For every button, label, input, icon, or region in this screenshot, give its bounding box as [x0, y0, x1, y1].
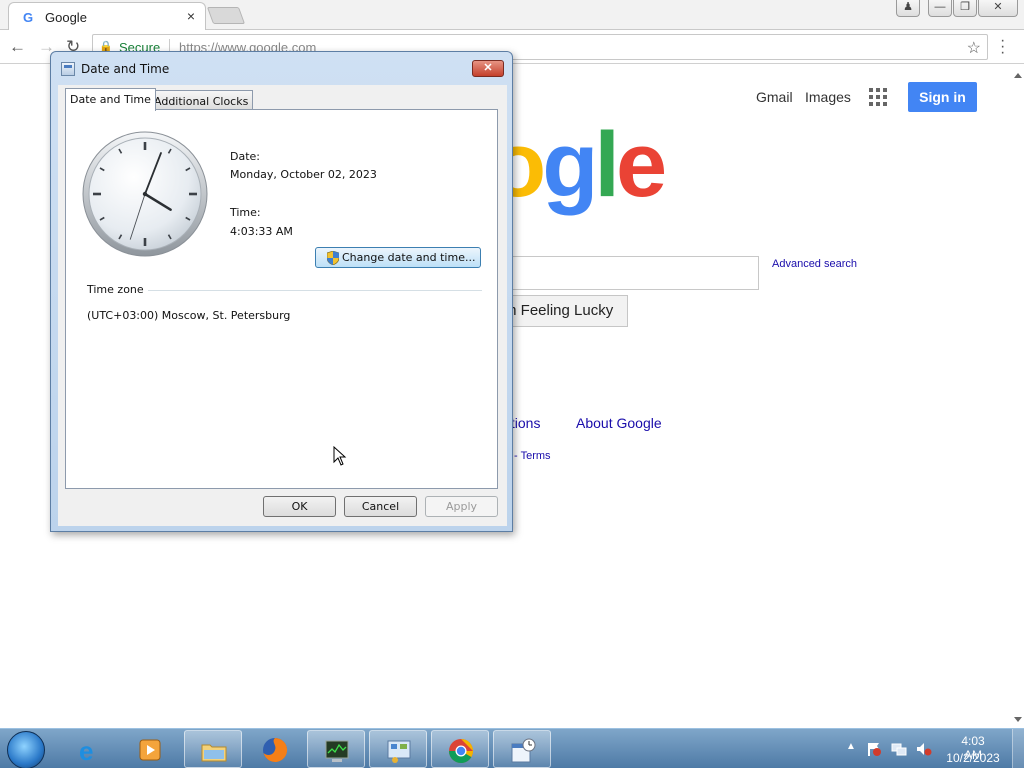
tab-date-and-time[interactable]: Date and Time — [65, 88, 156, 111]
svg-text:e: e — [79, 736, 93, 764]
images-link[interactable]: Images — [805, 89, 851, 105]
taskbar-chrome[interactable] — [431, 730, 489, 768]
timezone-heading: Time zone — [87, 283, 144, 296]
start-button[interactable] — [7, 731, 45, 768]
sign-in-button[interactable]: Sign in — [908, 82, 977, 112]
gmail-link[interactable]: Gmail — [756, 89, 793, 105]
dialog-close-button[interactable]: ✕ — [472, 60, 504, 77]
internet-explorer-icon: e — [79, 736, 93, 764]
windows-taskbar: e ▲ 4:03 AM 10/2/2023 — [0, 728, 1024, 768]
date-time-panel: Date: Monday, October 02, 2023 Time: 4:0… — [65, 109, 498, 489]
browser-tab-strip: G Google × ♟ — ❐ ✕ — [0, 0, 1024, 31]
taskbar-file-explorer[interactable] — [184, 730, 242, 768]
firefox-icon — [263, 737, 288, 762]
minimize-button[interactable]: — — [928, 0, 952, 17]
back-arrow-icon[interactable]: ← — [9, 37, 26, 57]
folder-icon — [201, 744, 227, 762]
close-window-button[interactable]: ✕ — [978, 0, 1018, 17]
timezone-value: (UTC+03:00) Moscow, St. Petersburg — [87, 309, 291, 322]
dialog-title: Date and Time — [81, 62, 170, 76]
taskbar-control-panel[interactable] — [369, 730, 427, 768]
google-logo: ogle — [490, 114, 667, 216]
analog-clock-icon — [82, 131, 208, 257]
apply-button[interactable]: Apply — [425, 496, 498, 517]
calendar-clock-icon — [511, 738, 536, 763]
timezone-divider — [148, 290, 482, 291]
volume-muted-icon[interactable] — [916, 741, 932, 757]
page-scrollbar[interactable] — [1012, 71, 1024, 726]
taskbar-internet-explorer[interactable]: e — [60, 730, 118, 768]
restore-button[interactable]: ❐ — [953, 0, 977, 17]
tab-google[interactable]: G Google × — [8, 2, 206, 31]
show-desktop-button[interactable] — [1012, 729, 1024, 768]
taskbar-date-time-settings[interactable] — [493, 730, 551, 768]
time-value: 4:03:33 AM — [230, 225, 293, 238]
network-icon[interactable] — [891, 741, 907, 757]
ok-button[interactable]: OK — [263, 496, 336, 517]
chrome-icon — [448, 739, 474, 764]
task-manager-icon — [325, 740, 349, 762]
tab-title: Google — [45, 10, 87, 25]
bookmark-star-icon[interactable]: ☆ — [967, 38, 981, 58]
cancel-button[interactable]: Cancel — [344, 496, 417, 517]
media-player-icon — [139, 739, 161, 761]
taskbar-clock-date[interactable]: 10/2/2023 — [945, 751, 1001, 765]
tab-additional-clocks[interactable]: Additional Clocks — [149, 90, 254, 110]
date-value: Monday, October 02, 2023 — [230, 168, 377, 181]
dialog-body: Date and Time Additional Clocks Date: Mo… — [58, 85, 507, 526]
date-label: Date: — [230, 150, 260, 163]
change-date-time-label: Change date and time... — [342, 251, 476, 264]
google-apps-icon[interactable] — [869, 88, 887, 106]
advanced-search-link[interactable]: Advanced search — [772, 258, 857, 270]
change-date-time-button[interactable]: Change date and time... — [315, 247, 481, 268]
taskbar-firefox[interactable] — [246, 730, 304, 768]
time-label: Time: — [230, 206, 261, 219]
new-tab-button[interactable] — [206, 7, 246, 24]
taskbar-task-manager[interactable] — [307, 730, 365, 768]
action-center-flag-icon[interactable] — [866, 741, 882, 757]
control-panel-icon — [387, 740, 411, 763]
date-time-dialog: Date and Time ✕ Date and Time Additional… — [50, 51, 513, 532]
chrome-menu-icon[interactable]: · · · — [1000, 33, 1005, 61]
google-favicon-icon: G — [23, 10, 34, 25]
date-time-app-icon — [61, 62, 75, 76]
taskbar-media-center[interactable] — [121, 730, 179, 768]
uac-shield-icon — [327, 251, 339, 265]
mouse-pointer-icon — [333, 446, 347, 466]
about-google-link[interactable]: About Google — [576, 415, 662, 431]
profile-icon[interactable]: ♟ — [896, 0, 920, 17]
show-hidden-icons-button[interactable]: ▲ — [846, 741, 856, 752]
feeling-lucky-button[interactable]: m Feeling Lucky — [500, 295, 628, 327]
search-input[interactable] — [500, 256, 759, 290]
tab-close-icon[interactable]: × — [187, 8, 195, 24]
